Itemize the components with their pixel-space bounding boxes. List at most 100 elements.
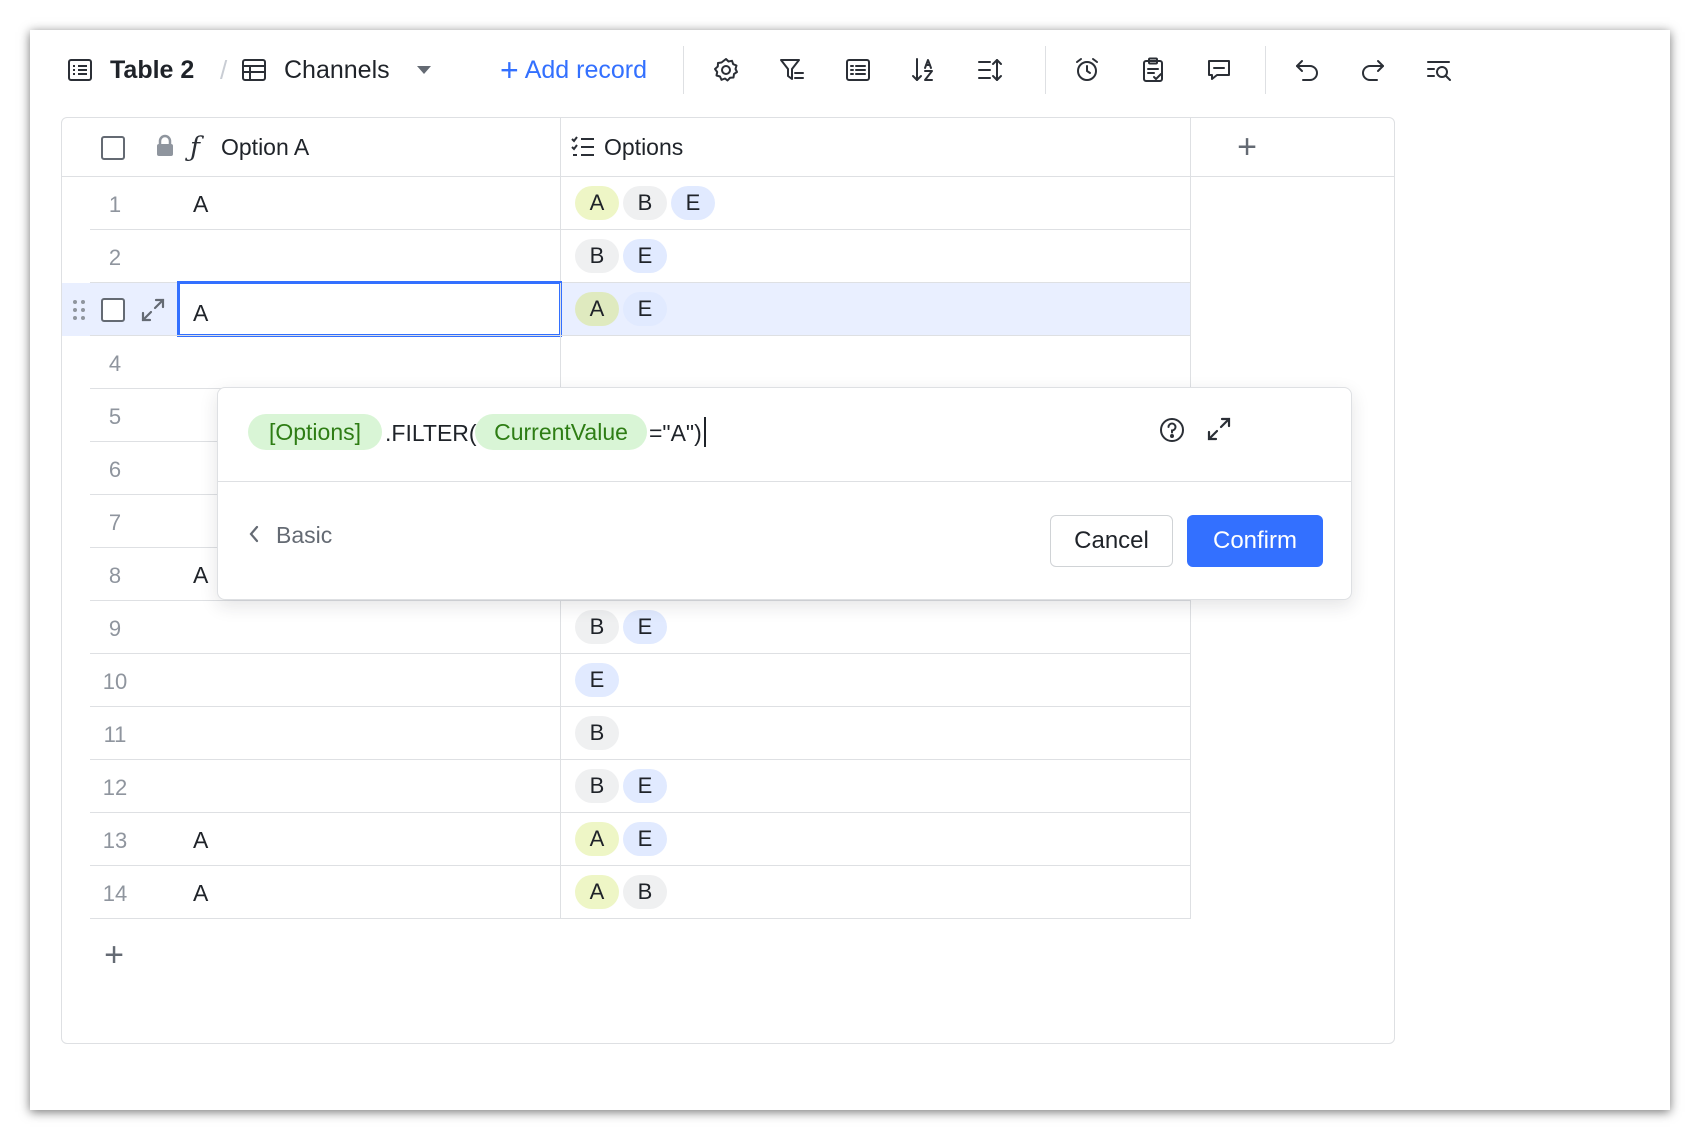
divider (1190, 230, 1191, 283)
row-number: 8 (108, 563, 122, 588)
divider (1190, 813, 1191, 866)
table-row[interactable]: 12 B E (62, 760, 1394, 813)
table-row[interactable]: 4 (62, 336, 1394, 389)
row-number: 2 (108, 245, 122, 270)
formula-editor-popover: [Options] .FILTER( CurrentValue ="A") Ba… (217, 387, 1352, 600)
divider (1045, 46, 1046, 94)
breadcrumb-separator: / (220, 54, 228, 85)
select-all-checkbox[interactable] (101, 136, 125, 160)
divider (560, 336, 561, 389)
form-clipboard-icon[interactable] (1133, 50, 1173, 90)
divider (560, 707, 561, 760)
table-row[interactable]: AAE (62, 281, 1394, 337)
table-icon (62, 52, 98, 88)
cell-option-a[interactable]: A (193, 191, 208, 218)
option-tag: E (623, 769, 667, 803)
table-row[interactable]: 14 A A B (62, 866, 1394, 919)
lock-icon (154, 134, 178, 160)
option-tag: B (623, 186, 667, 220)
toolbar: Table 2 / Channels + Add record (30, 30, 1670, 110)
table-name[interactable]: Table 2 (110, 50, 194, 90)
plus-icon: + (500, 52, 519, 88)
divider (560, 760, 561, 813)
add-record-label: Add record (524, 55, 647, 84)
multi-select-icon (570, 134, 598, 162)
chevron-left-icon (248, 522, 268, 549)
confirm-button[interactable]: Confirm (1187, 515, 1323, 567)
divider (560, 654, 561, 707)
divider (90, 918, 1190, 919)
column-header-options[interactable]: Options (604, 134, 683, 161)
table-row[interactable]: 1AABE (62, 177, 1394, 230)
divider (1190, 283, 1191, 336)
expand-editor-icon[interactable] (1206, 416, 1236, 446)
divider (1190, 866, 1191, 919)
row-number: 12 (102, 775, 128, 800)
table-row[interactable]: 11 B (62, 707, 1394, 760)
row-height-icon[interactable] (970, 50, 1010, 90)
table-row[interactable]: 13 A A E (62, 813, 1394, 866)
search-records-icon[interactable] (1419, 50, 1459, 90)
divider (560, 230, 561, 283)
alarm-clock-icon[interactable] (1067, 50, 1107, 90)
option-tag: A (575, 875, 619, 909)
redo-icon[interactable] (1353, 50, 1393, 90)
cell-option-a[interactable]: A (193, 300, 208, 327)
group-list-icon[interactable] (838, 50, 878, 90)
option-tag: E (623, 822, 667, 856)
grid-view-icon (236, 52, 272, 88)
divider (560, 813, 561, 866)
drag-handle-icon[interactable] (72, 298, 86, 322)
divider (1190, 118, 1191, 176)
divider (683, 46, 684, 94)
cell-option-a[interactable]: A (193, 880, 208, 907)
table-row[interactable]: 10 E (62, 654, 1394, 707)
option-tag: E (623, 239, 667, 273)
formula-function-text: .FILTER( (385, 420, 477, 446)
text-cursor (704, 417, 706, 447)
chevron-down-icon[interactable] (414, 60, 434, 80)
sort-az-icon[interactable] (904, 50, 944, 90)
column-header-option-a[interactable]: Option A (221, 134, 309, 161)
divider (560, 177, 561, 230)
option-tag: E (671, 186, 715, 220)
divider (560, 118, 561, 176)
option-tag: B (623, 875, 667, 909)
table-row[interactable]: 9 BE (62, 601, 1394, 654)
settings-gear-icon[interactable] (706, 50, 746, 90)
help-icon[interactable] (1158, 416, 1188, 446)
add-row-plus-icon[interactable]: + (99, 938, 129, 972)
param-token[interactable]: CurrentValue (475, 414, 647, 450)
divider (560, 283, 561, 336)
cell-option-a[interactable]: A (193, 562, 208, 589)
option-tag: B (575, 769, 619, 803)
app-window: Table 2 / Channels + Add record ƒ Option… (30, 30, 1670, 1110)
basic-mode-link[interactable]: Basic (248, 517, 332, 553)
row-number: 5 (108, 404, 122, 429)
active-cell-editor[interactable] (177, 281, 562, 337)
filter-icon[interactable] (772, 50, 812, 90)
divider (1190, 707, 1191, 760)
option-tag: B (575, 610, 619, 644)
divider (1190, 177, 1191, 230)
table-row[interactable]: 2 BE (62, 230, 1394, 283)
formula-tail-text: ="A") (649, 420, 702, 446)
divider (1190, 336, 1191, 389)
cancel-button[interactable]: Cancel (1050, 515, 1173, 567)
divider (560, 601, 561, 654)
row-number: 6 (108, 457, 122, 482)
option-tag: B (575, 239, 619, 273)
view-name[interactable]: Channels (284, 50, 390, 90)
row-number: 13 (102, 828, 128, 853)
option-tag: B (575, 716, 619, 750)
row-checkbox[interactable] (101, 298, 125, 322)
add-record-button[interactable]: + Add record (500, 50, 647, 90)
undo-icon[interactable] (1287, 50, 1327, 90)
cell-option-a[interactable]: A (193, 827, 208, 854)
option-tag: A (575, 822, 619, 856)
row-number: 11 (103, 722, 127, 747)
field-token[interactable]: [Options] (248, 414, 382, 450)
expand-record-icon[interactable] (140, 297, 166, 323)
add-field-plus-icon[interactable]: + (1232, 130, 1262, 164)
comment-icon[interactable] (1199, 50, 1239, 90)
